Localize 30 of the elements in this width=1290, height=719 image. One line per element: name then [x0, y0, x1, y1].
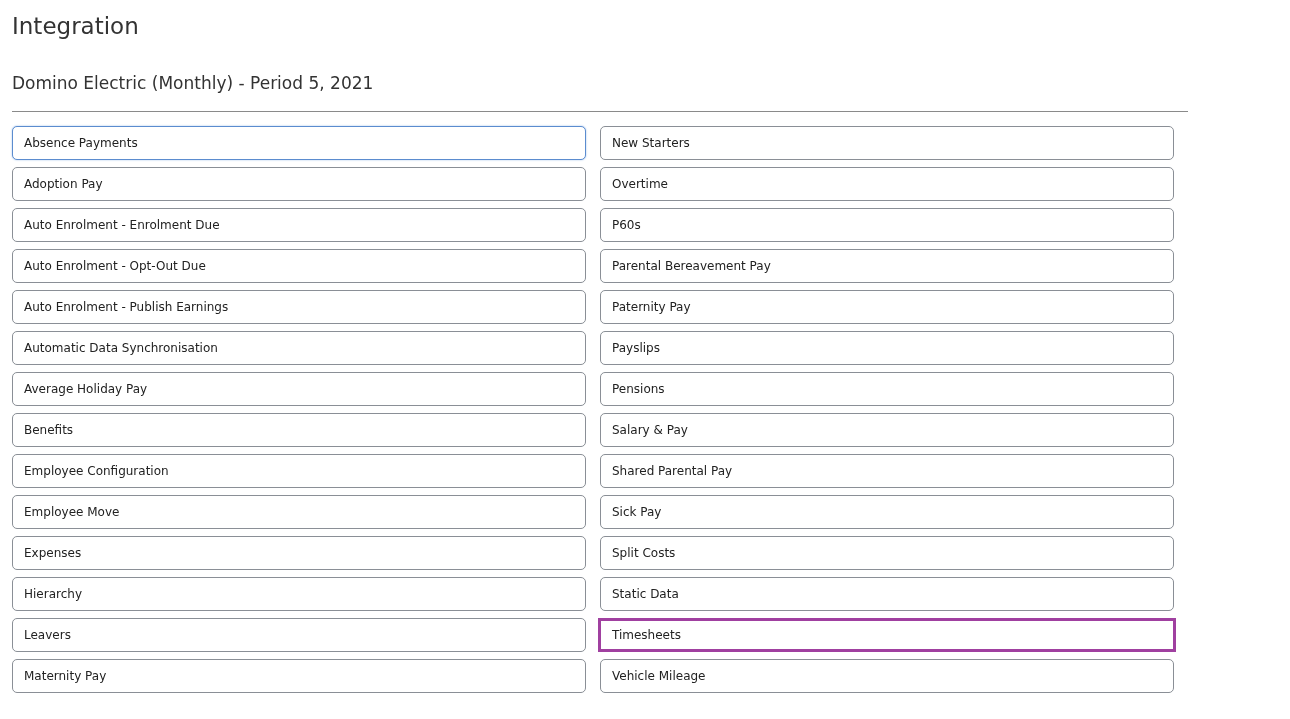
integration-button[interactable]: Auto Enrolment - Publish Earnings — [12, 290, 586, 324]
integration-button[interactable]: Employee Configuration — [12, 454, 586, 488]
integration-button[interactable]: Automatic Data Synchronisation — [12, 331, 586, 365]
integration-button[interactable]: Payslips — [600, 331, 1174, 365]
integration-button[interactable]: Benefits — [12, 413, 586, 447]
integration-button[interactable]: Average Holiday Pay — [12, 372, 586, 406]
integration-button[interactable]: Leavers — [12, 618, 586, 652]
integration-button[interactable]: Salary & Pay — [600, 413, 1174, 447]
integration-button[interactable]: Timesheets — [598, 618, 1176, 652]
integration-button[interactable]: P60s — [600, 208, 1174, 242]
integration-button[interactable]: Shared Parental Pay — [600, 454, 1174, 488]
integration-button[interactable]: Auto Enrolment - Opt-Out Due — [12, 249, 586, 283]
integration-button[interactable]: Employee Move — [12, 495, 586, 529]
integration-button[interactable]: Sick Pay — [600, 495, 1174, 529]
integration-button[interactable]: Static Data — [600, 577, 1174, 611]
integration-button[interactable]: Vehicle Mileage — [600, 659, 1174, 693]
integration-button[interactable]: Parental Bereavement Pay — [600, 249, 1174, 283]
integration-button[interactable]: New Starters — [600, 126, 1174, 160]
integration-button[interactable]: Pensions — [600, 372, 1174, 406]
integration-button[interactable]: Absence Payments — [12, 126, 586, 160]
integration-button[interactable]: Paternity Pay — [600, 290, 1174, 324]
integration-button[interactable]: Auto Enrolment - Enrolment Due — [12, 208, 586, 242]
integration-button[interactable]: Hierarchy — [12, 577, 586, 611]
page-subtitle: Domino Electric (Monthly) - Period 5, 2021 — [12, 72, 375, 94]
integration-button[interactable]: Adoption Pay — [12, 167, 586, 201]
integration-button[interactable]: Maternity Pay — [12, 659, 586, 693]
page-title: Integration — [12, 12, 140, 40]
integration-button[interactable]: Expenses — [12, 536, 586, 570]
integration-button[interactable]: Overtime — [600, 167, 1174, 201]
integration-button[interactable]: Split Costs — [600, 536, 1174, 570]
